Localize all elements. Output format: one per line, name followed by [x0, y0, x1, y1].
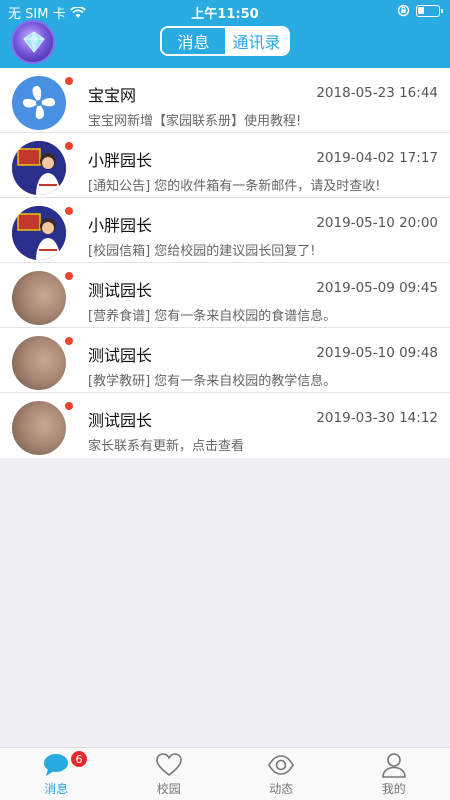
list-item[interactable]: 测试园长 2019-05-09 09:45 [营养食谱] 您有一条来自校园的食谱… [0, 263, 450, 328]
message-preview: [通知公告] 您的收件箱有一条新邮件，请及时查收! [88, 179, 381, 194]
sender-name: 小胖园长 [88, 216, 153, 235]
list-item[interactable]: 小胖园长 2019-04-02 17:17 [通知公告] 您的收件箱有一条新邮件… [0, 133, 450, 198]
eye-icon [268, 755, 295, 775]
heart-icon [155, 753, 182, 777]
message-time: 2019-03-30 14:12 [316, 410, 438, 426]
tab-contacts[interactable]: 通讯录 [225, 28, 288, 54]
user-avatar[interactable] [11, 20, 55, 64]
tab-label: 动态 [269, 782, 294, 796]
status-time: 上午11:50 [191, 7, 259, 22]
sender-name: 测试园长 [88, 346, 153, 365]
battery-level [418, 6, 424, 14]
fan-logo-icon [22, 85, 56, 120]
message-preview: 宝宝网新增【家园联系册】使用教程! [88, 114, 302, 129]
kid-photo-icon [12, 141, 66, 195]
chat-bubble-icon [44, 754, 69, 776]
list-item[interactable]: 小胖园长 2019-05-10 20:00 [校园信箱] 您给校园的建议园长回复… [0, 198, 450, 263]
unread-dot [65, 142, 73, 150]
message-preview: [校园信箱] 您给校园的建议园长回复了! [88, 244, 316, 259]
person-icon [381, 753, 406, 778]
tab-messages[interactable]: 消息 [162, 28, 225, 54]
message-time: 2018-05-23 16:44 [316, 85, 438, 101]
top-header: 无 SIM 卡 上午11:50 消息 通讯录 [0, 0, 450, 68]
status-bar: 无 SIM 卡 上午11:50 [0, 0, 450, 22]
tab-moments-nav[interactable]: 动态 [225, 748, 338, 800]
message-time: 2019-05-10 20:00 [316, 215, 438, 231]
message-list: 宝宝网 2018-05-23 16:44 宝宝网新增【家园联系册】使用教程! 小… [0, 68, 450, 458]
avatar [12, 271, 66, 325]
avatar [12, 401, 66, 455]
tab-me-nav[interactable]: 我的 [338, 748, 450, 800]
unread-count-badge: 6 [70, 750, 88, 768]
avatar [12, 206, 66, 260]
message-time: 2019-05-10 09:48 [316, 345, 438, 361]
avatar [12, 336, 66, 390]
avatar [12, 76, 66, 130]
sender-name: 小胖园长 [88, 151, 153, 170]
tab-label: 我的 [381, 782, 406, 796]
sender-name: 测试园长 [88, 411, 153, 430]
message-preview: [营养食谱] 您有一条来自校园的食谱信息。 [88, 309, 337, 324]
unread-dot [65, 272, 73, 280]
orientation-lock-icon [397, 4, 410, 17]
kid-photo-icon [12, 206, 66, 260]
unread-dot [65, 402, 73, 410]
sender-name: 宝宝网 [88, 86, 137, 105]
status-right [397, 4, 443, 17]
message-preview: 家长联系有更新，点击查看 [88, 439, 245, 454]
list-item[interactable]: 宝宝网 2018-05-23 16:44 宝宝网新增【家园联系册】使用教程! [0, 68, 450, 133]
unread-dot [65, 207, 73, 215]
list-item[interactable]: 测试园长 2019-03-30 14:12 家长联系有更新，点击查看 [0, 393, 450, 458]
unread-dot [65, 337, 73, 345]
battery-icon [416, 4, 443, 17]
tab-campus-nav[interactable]: 校园 [113, 748, 226, 800]
message-time: 2019-05-09 09:45 [316, 280, 438, 296]
message-time: 2019-04-02 17:17 [316, 150, 438, 166]
tab-label: 校园 [156, 782, 181, 796]
segmented-control: 消息 通讯录 [160, 26, 290, 56]
gem-icon [23, 31, 45, 53]
list-item[interactable]: 测试园长 2019-05-10 09:48 [教学教研] 您有一条来自校园的教学… [0, 328, 450, 393]
tab-bar: 6 消息 校园 动态 我的 [0, 747, 450, 800]
tab-label: 消息 [44, 782, 69, 796]
tab-messages-nav[interactable]: 6 消息 [0, 748, 113, 800]
avatar [12, 141, 66, 195]
unread-dot [65, 77, 73, 85]
message-preview: [教学教研] 您有一条来自校园的教学信息。 [88, 374, 337, 389]
sender-name: 测试园长 [88, 281, 153, 300]
